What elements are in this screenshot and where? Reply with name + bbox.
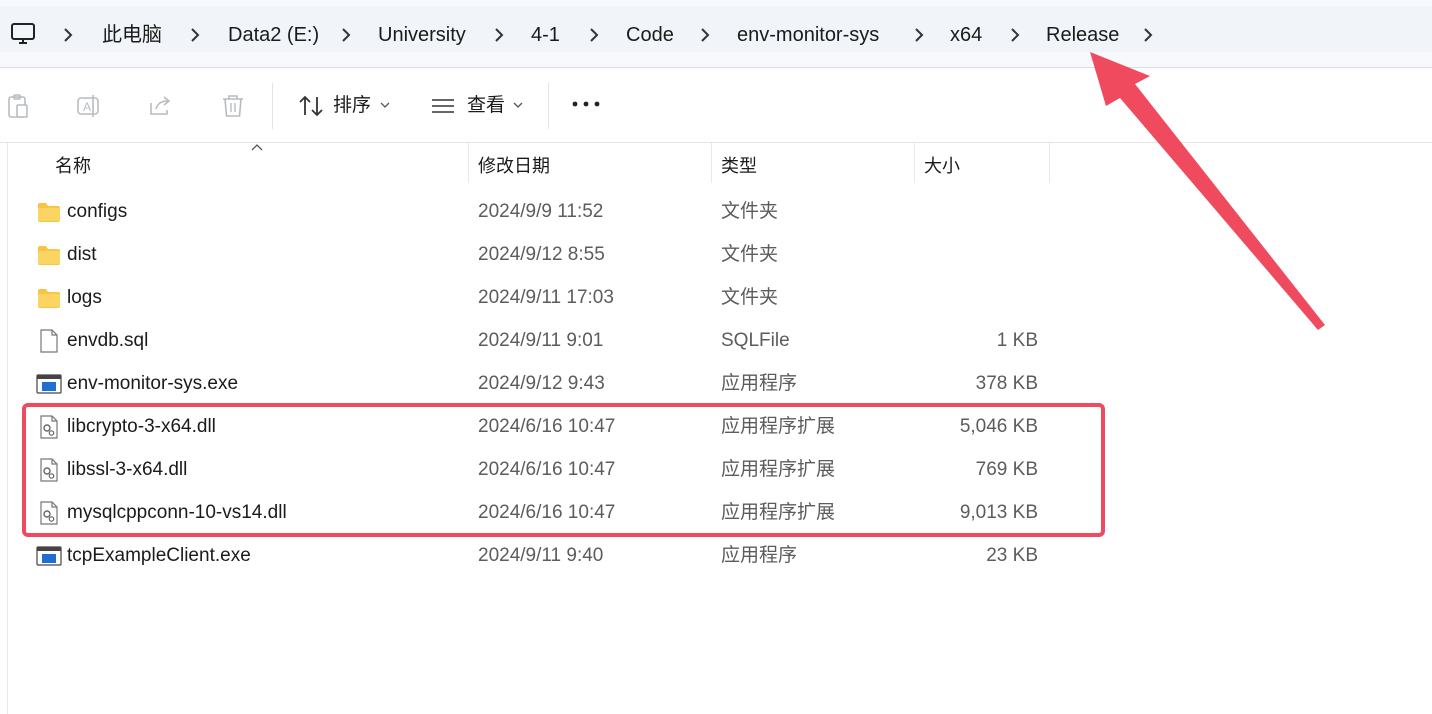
file-type: SQLFile — [721, 330, 790, 351]
file-row[interactable]: envdb.sql 2024/9/11 9:01 SQLFile 1 KB — [30, 321, 1050, 361]
file-modified-date: 2024/9/12 9:43 — [478, 373, 605, 394]
column-divider[interactable] — [914, 143, 915, 183]
paste-icon[interactable] — [5, 93, 31, 119]
breadcrumb-item-env-monitor-sys[interactable]: env-monitor-sys — [737, 23, 879, 47]
toolbar-divider — [548, 83, 549, 129]
file-row[interactable]: env-monitor-sys.exe 2024/9/12 9:43 应用程序 378… — [30, 364, 1050, 404]
file-modified-date: 2024/9/11 17:03 — [478, 287, 614, 308]
file-type: 文件夹 — [721, 201, 779, 222]
file-type: 文件夹 — [721, 287, 779, 308]
more-icon[interactable] — [570, 99, 602, 109]
breadcrumb-item-code[interactable]: Code — [626, 23, 674, 47]
file-type: 应用程序 — [721, 373, 798, 394]
file-modified-date: 2024/9/11 9:40 — [478, 545, 604, 566]
file-name: dist — [67, 244, 97, 265]
column-divider[interactable] — [711, 143, 712, 183]
chevron-right-icon[interactable] — [1143, 27, 1153, 43]
chevron-right-icon[interactable] — [341, 27, 351, 43]
view-label: 查看 — [467, 95, 506, 116]
exe-icon — [36, 374, 62, 394]
file-name: tcpExampleClient.exe — [67, 545, 251, 566]
view-icon — [432, 99, 454, 113]
file-type: 应用程序 — [721, 545, 798, 566]
folder-icon — [38, 203, 60, 222]
sort-icon — [299, 95, 323, 117]
rename-icon[interactable]: A — [76, 93, 102, 119]
pane-edge — [7, 143, 8, 714]
exe-icon — [36, 546, 62, 566]
file-row[interactable]: dist 2024/9/12 8:55 文件夹 — [30, 235, 1050, 275]
column-header-name[interactable]: 名称 — [55, 155, 91, 177]
chevron-right-icon[interactable] — [190, 27, 200, 43]
breadcrumb-item-this-pc[interactable]: 此电脑 — [102, 23, 162, 47]
breadcrumb-item-4-1[interactable]: 4-1 — [531, 23, 560, 47]
chevron-down-icon — [380, 102, 390, 108]
chevron-right-icon[interactable] — [914, 27, 924, 43]
annotation-highlight-box — [22, 403, 1105, 537]
file-name: configs — [67, 201, 128, 222]
toolbar-divider — [272, 83, 273, 129]
column-header-size[interactable]: 大小 — [924, 155, 960, 177]
file-size: 23 KB — [986, 545, 1038, 566]
column-divider[interactable] — [468, 143, 469, 183]
column-header-date[interactable]: 修改日期 — [478, 155, 550, 177]
breadcrumb-item-release[interactable]: Release — [1046, 23, 1119, 47]
sort-label: 排序 — [333, 95, 372, 116]
file-modified-date: 2024/9/11 9:01 — [478, 330, 604, 351]
chevron-right-icon[interactable] — [1010, 27, 1020, 43]
file-icon — [40, 329, 58, 353]
chevron-right-icon[interactable] — [700, 27, 710, 43]
chevron-right-icon[interactable] — [63, 27, 73, 43]
sort-button[interactable]: 排序 — [290, 81, 400, 131]
view-button[interactable]: 查看 — [424, 81, 534, 131]
file-name: envdb.sql — [67, 330, 149, 351]
folder-icon — [38, 246, 60, 265]
column-divider[interactable] — [1049, 143, 1050, 183]
file-name: env-monitor-sys.exe — [67, 373, 239, 394]
column-header-type[interactable]: 类型 — [721, 155, 757, 177]
file-modified-date: 2024/9/12 8:55 — [478, 244, 605, 265]
folder-icon — [38, 289, 60, 308]
share-icon[interactable] — [148, 93, 174, 119]
annotation-arrow-icon — [1090, 52, 1325, 330]
file-row[interactable]: logs 2024/9/11 17:03 文件夹 — [30, 278, 1050, 318]
breadcrumb-item-x64[interactable]: x64 — [950, 23, 982, 47]
breadcrumb[interactable]: 此电脑 Data2 (E:) University 4-1 Code env-m… — [0, 6, 1432, 52]
chevron-down-icon — [513, 102, 523, 108]
breadcrumb-item-university[interactable]: University — [378, 23, 466, 47]
file-row[interactable]: configs 2024/9/9 11:52 文件夹 — [30, 192, 1050, 232]
this-pc-icon[interactable] — [10, 22, 38, 46]
breadcrumb-item-drive[interactable]: Data2 (E:) — [228, 23, 319, 47]
file-size: 378 KB — [975, 373, 1038, 394]
file-modified-date: 2024/9/9 11:52 — [478, 201, 604, 222]
sort-ascending-icon — [251, 144, 263, 151]
chevron-right-icon[interactable] — [589, 27, 599, 43]
svg-text:A: A — [83, 100, 91, 114]
file-row[interactable]: tcpExampleClient.exe 2024/9/11 9:40 应用程序 23… — [30, 536, 1050, 576]
file-size: 1 KB — [996, 330, 1038, 351]
file-name: logs — [67, 287, 102, 308]
file-type: 文件夹 — [721, 244, 779, 265]
delete-icon[interactable] — [220, 93, 246, 119]
chevron-right-icon[interactable] — [494, 27, 504, 43]
